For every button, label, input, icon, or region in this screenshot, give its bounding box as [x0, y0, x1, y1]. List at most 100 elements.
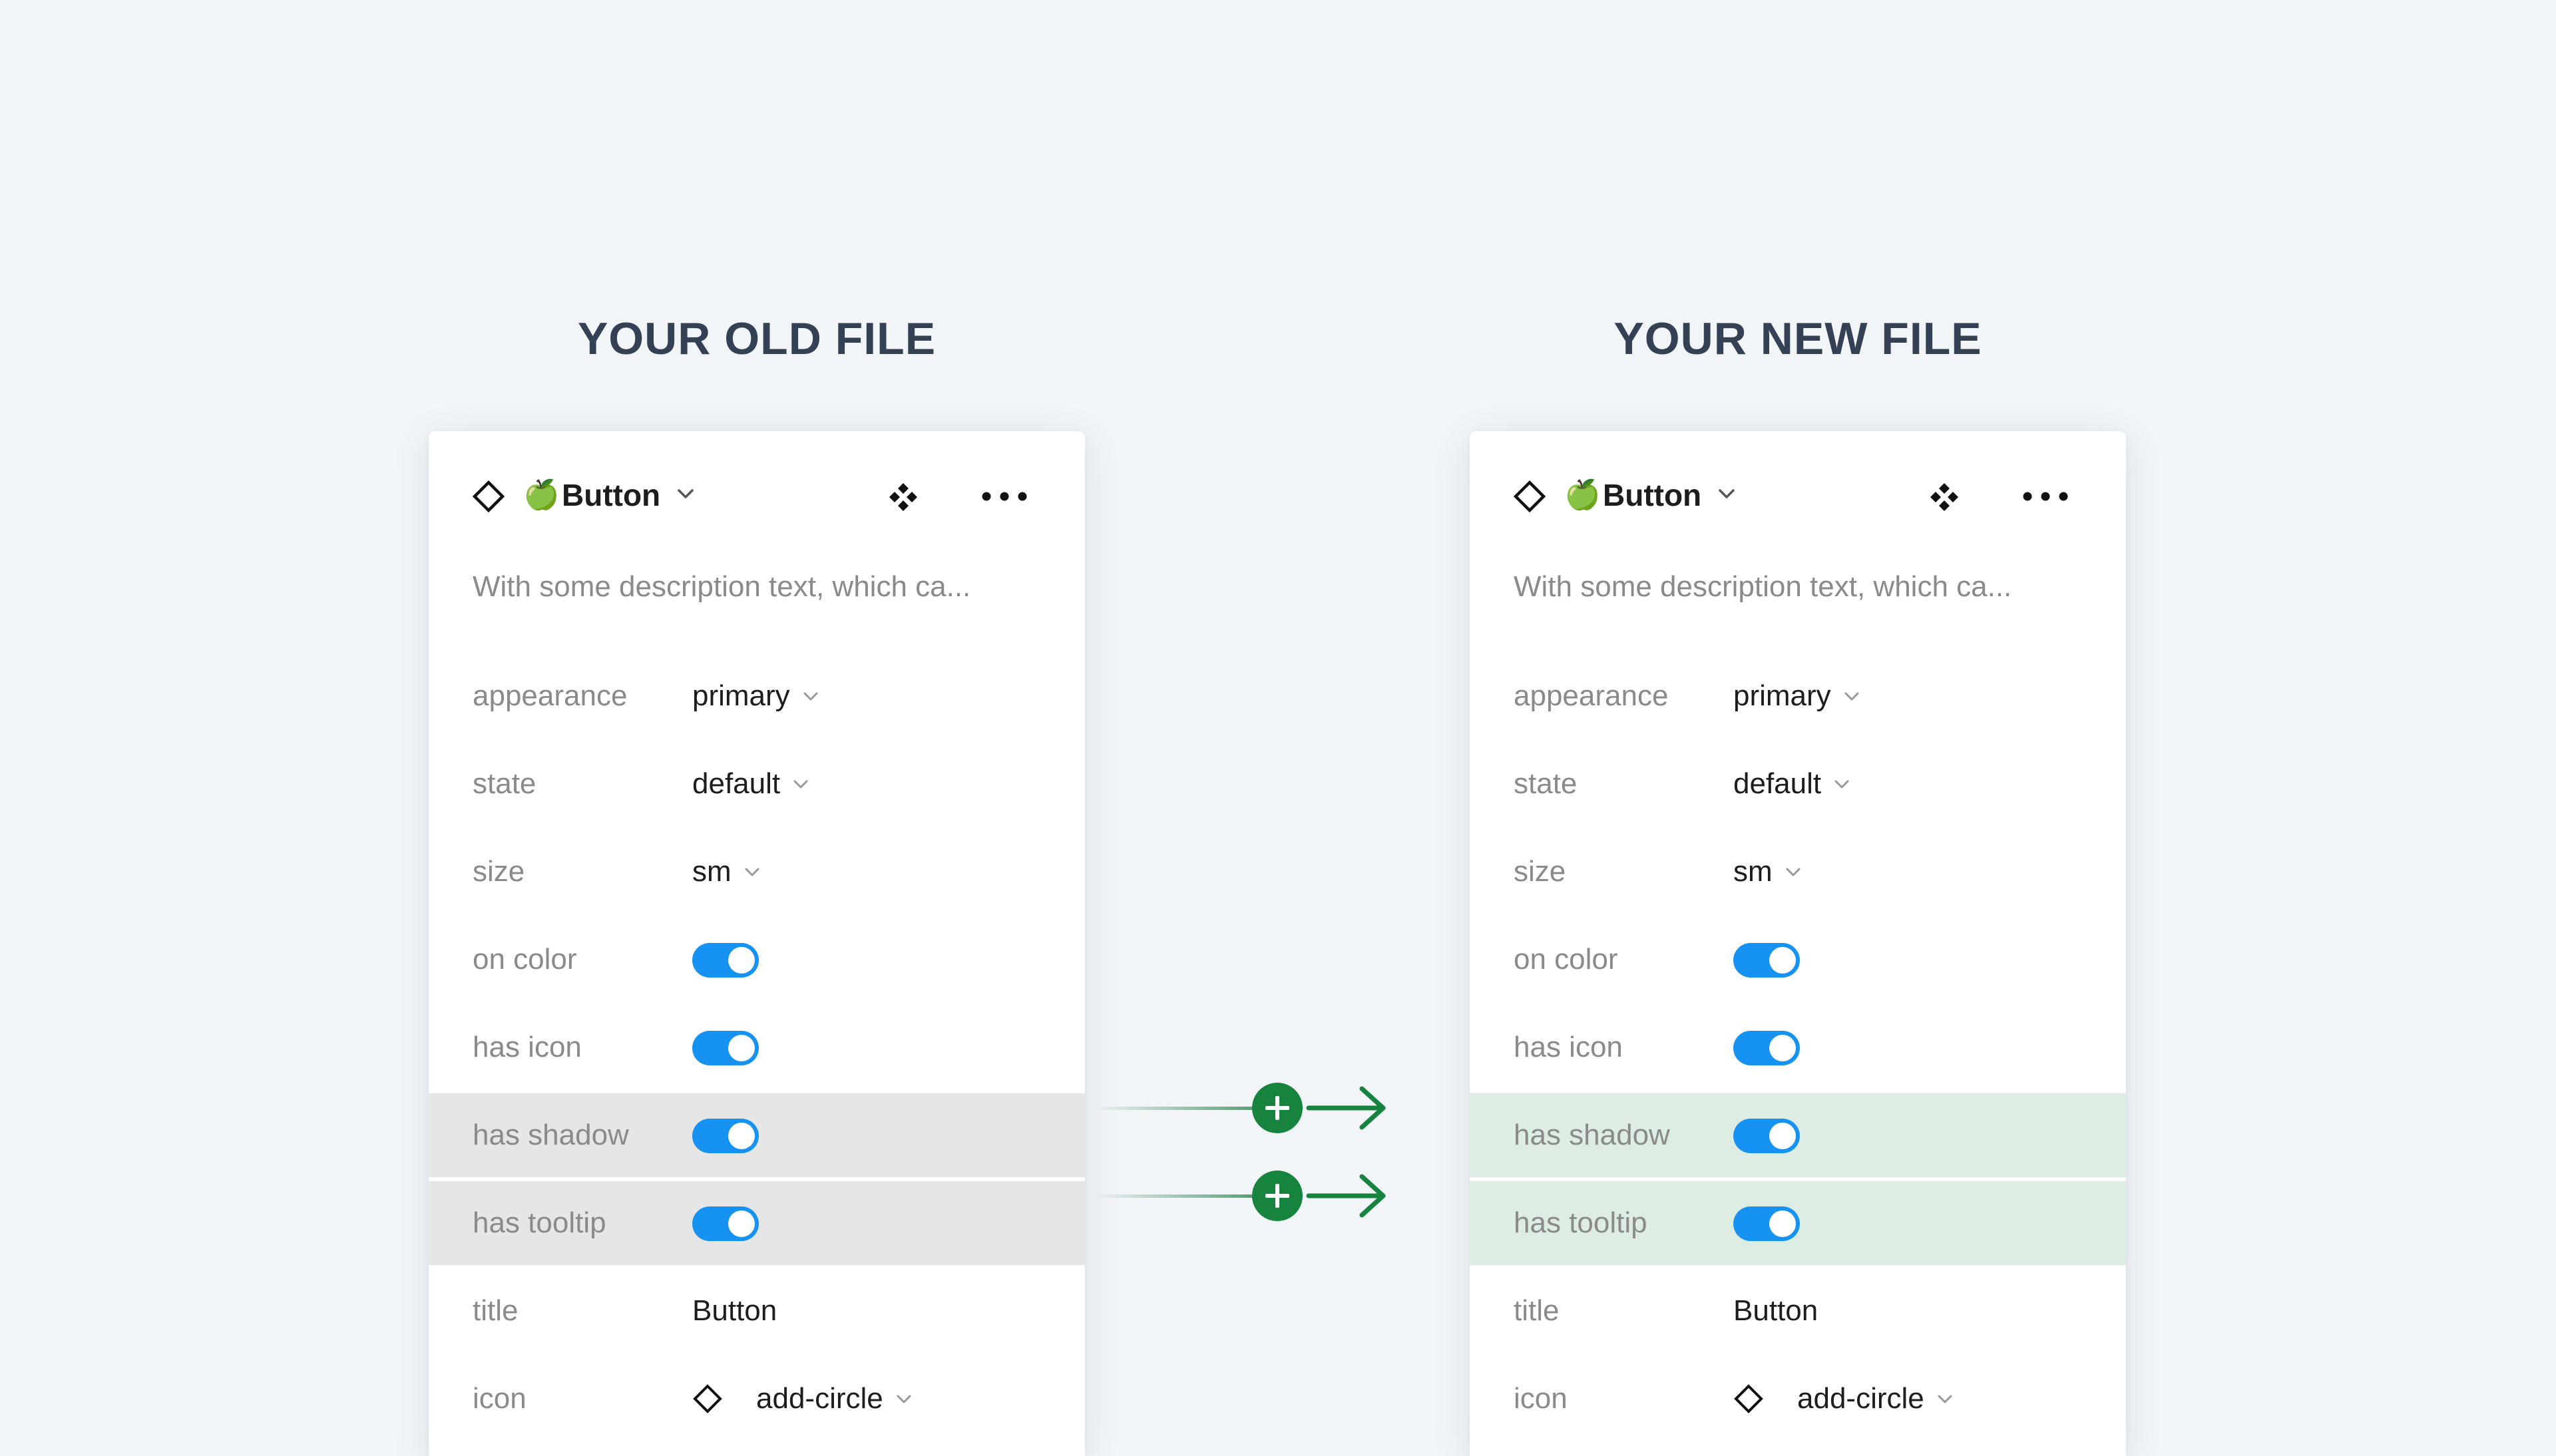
property-row-size: size sm	[429, 830, 1085, 914]
toggle-knob	[728, 947, 755, 974]
component-header: 🍏 Button	[1470, 431, 2126, 564]
property-row-icon: icon add-circle	[1470, 1357, 2126, 1441]
property-toggle[interactable]	[1733, 943, 1800, 978]
property-value: sm	[1733, 855, 1773, 888]
added-property-connector-tooltip	[1092, 1171, 1386, 1221]
component-name[interactable]: Button	[1603, 476, 1701, 514]
more-horizontal-icon[interactable]	[2022, 490, 2069, 503]
property-label: icon	[1514, 1382, 1568, 1415]
property-dropdown[interactable]: sm	[1733, 853, 1802, 890]
property-toggle[interactable]	[692, 943, 759, 978]
property-row-size: size sm	[1470, 830, 2126, 914]
property-toggle[interactable]	[692, 1031, 759, 1065]
property-dropdown[interactable]: default	[692, 765, 809, 803]
property-row-on-color: on color	[429, 918, 1085, 1001]
diamond-outline-icon	[472, 480, 505, 513]
chevron-down-icon	[1844, 692, 1859, 701]
chevron-down-icon	[897, 1395, 911, 1403]
property-value: default	[692, 767, 781, 800]
chevron-down-icon	[745, 868, 759, 876]
component-name[interactable]: Button	[562, 476, 660, 514]
property-label: on color	[473, 943, 577, 976]
property-row-on-color: on color	[1470, 918, 2126, 1001]
property-row-has-icon: has icon	[1470, 1005, 2126, 1089]
new-file-heading: YOUR NEW FILE	[1613, 313, 1982, 364]
property-toggle[interactable]	[1733, 1119, 1800, 1153]
property-row-state: state default	[1470, 742, 2126, 826]
more-horizontal-icon[interactable]	[981, 490, 1028, 503]
toggle-knob	[1769, 1210, 1796, 1237]
component-variants-icon[interactable]	[888, 482, 919, 512]
property-label: has tooltip	[1514, 1206, 1647, 1239]
chevron-down-icon[interactable]	[676, 487, 695, 500]
added-property-connector-shadow	[1092, 1083, 1386, 1133]
property-text-value[interactable]: Button	[1733, 1292, 1818, 1330]
toggle-knob	[728, 1210, 755, 1237]
property-toggle[interactable]	[692, 1119, 759, 1153]
chevron-down-icon	[1938, 1395, 1952, 1403]
property-dropdown[interactable]: primary	[692, 677, 819, 715]
property-value: Button	[1733, 1294, 1818, 1327]
chevron-down-icon	[1834, 780, 1849, 789]
chevron-down-icon[interactable]	[1717, 487, 1736, 500]
property-row-appearance: appearance primary	[429, 654, 1085, 738]
property-text-value[interactable]: Button	[692, 1292, 777, 1330]
property-value: sm	[692, 855, 732, 888]
property-value: add-circle	[1797, 1382, 1924, 1415]
chevron-down-icon	[1786, 868, 1801, 876]
property-toggle[interactable]	[692, 1206, 759, 1241]
property-value: add-circle	[756, 1382, 883, 1415]
property-label: has shadow	[473, 1119, 629, 1151]
property-label: appearance	[473, 679, 628, 712]
arrow-right-icon	[1306, 1086, 1386, 1130]
property-label: state	[1514, 767, 1578, 800]
chevron-down-icon	[793, 780, 808, 789]
property-dropdown[interactable]: sm	[692, 853, 761, 890]
property-label: appearance	[1514, 679, 1669, 712]
new-file-panel: 🍏 Button With some description text, whi…	[1470, 431, 2126, 1456]
property-value: Button	[692, 1294, 777, 1327]
diamond-outline-icon	[693, 1384, 722, 1413]
property-row-has-shadow: has shadow	[1470, 1093, 2126, 1177]
old-file-heading: YOUR OLD FILE	[577, 313, 937, 364]
property-label: state	[473, 767, 536, 800]
property-row-has-icon: has icon	[429, 1005, 1085, 1089]
property-label: size	[1514, 855, 1566, 888]
property-toggle[interactable]	[1733, 1031, 1800, 1065]
toggle-knob	[728, 1035, 755, 1061]
component-header: 🍏 Button	[429, 431, 1085, 564]
property-label: has shadow	[1514, 1119, 1670, 1151]
old-file-panel: 🍏 Button With some description text, whi…	[429, 431, 1085, 1456]
property-label: has icon	[473, 1031, 582, 1063]
property-value: primary	[692, 679, 790, 712]
property-row-title: title Button	[1470, 1269, 2126, 1353]
property-dropdown[interactable]: primary	[1733, 677, 1860, 715]
property-dropdown[interactable]: add-circle	[692, 1380, 913, 1417]
property-row-has-tooltip: has tooltip	[1470, 1181, 2126, 1265]
property-label: has icon	[1514, 1031, 1623, 1063]
chevron-down-icon	[803, 692, 818, 701]
property-value: primary	[1733, 679, 1831, 712]
component-variants-icon[interactable]	[1929, 482, 1960, 512]
property-dropdown[interactable]: default	[1733, 765, 1850, 803]
toggle-knob	[728, 1123, 755, 1149]
toggle-knob	[1769, 947, 1796, 974]
property-toggle[interactable]	[1733, 1206, 1800, 1241]
property-label: has tooltip	[473, 1206, 606, 1239]
add-circle-icon	[1252, 1083, 1303, 1133]
property-label: title	[1514, 1294, 1560, 1327]
property-row-state: state default	[429, 742, 1085, 826]
toggle-knob	[1769, 1123, 1796, 1149]
component-emoji: 🍏	[523, 478, 560, 511]
property-dropdown[interactable]: add-circle	[1733, 1380, 1954, 1417]
property-row-icon: icon add-circle	[429, 1357, 1085, 1441]
property-row-appearance: appearance primary	[1470, 654, 2126, 738]
component-description: With some description text, which ca...	[1514, 570, 2012, 603]
component-emoji: 🍏	[1564, 478, 1601, 511]
property-row-has-shadow: has shadow	[429, 1093, 1085, 1177]
property-label: size	[473, 855, 525, 888]
arrow-right-icon	[1306, 1174, 1386, 1218]
property-row-has-tooltip: has tooltip	[429, 1181, 1085, 1265]
property-value: default	[1733, 767, 1822, 800]
component-description: With some description text, which ca...	[473, 570, 971, 603]
